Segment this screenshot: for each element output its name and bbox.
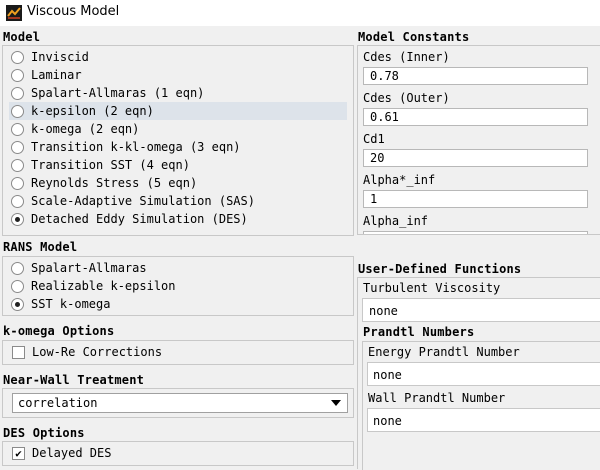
prandtl-numbers-header: Prandtl Numbers	[363, 325, 475, 339]
constant-input-cdes-outer[interactable]: 0.61	[363, 108, 588, 126]
chevron-down-icon[interactable]	[331, 400, 341, 406]
model-header: Model	[3, 30, 41, 44]
near-wall-treatment-dropdown[interactable]: correlation	[12, 393, 348, 413]
turbulent-viscosity-value: none	[369, 304, 398, 318]
constant-input-alpha-inf[interactable]	[363, 231, 588, 234]
model-constants-panel: Cdes (Inner) 0.78 Cdes (Outer) 0.61 Cd1 …	[357, 45, 600, 235]
wall-prandtl-label: Wall Prandtl Number	[368, 391, 506, 405]
constant-value: 20	[370, 151, 385, 165]
des-options-panel: ✔ Delayed DES	[2, 441, 354, 466]
radio-button[interactable]	[11, 68, 24, 82]
constant-input-alpha-star-inf[interactable]: 1	[363, 190, 588, 208]
model-option-label: Spalart-Allmaras (1 eqn)	[31, 86, 205, 100]
energy-prandtl-label: Energy Prandtl Number	[368, 345, 520, 359]
checkbox-box[interactable]	[12, 345, 25, 359]
rans-option-label: Realizable k-epsilon	[31, 279, 176, 293]
model-option-transition-k-kl-omega[interactable]: Transition k-kl-omega (3 eqn)	[11, 138, 241, 156]
rans-option-label: SST k-omega	[31, 297, 111, 311]
rans-option-label: Spalart-Allmaras	[31, 261, 147, 275]
wall-prandtl-field[interactable]: none	[367, 408, 600, 432]
radio-button[interactable]	[11, 50, 24, 64]
model-option-reynolds-stress[interactable]: Reynolds Stress (5 eqn)	[11, 174, 197, 192]
radio-button[interactable]	[11, 86, 24, 100]
model-option-label: Reynolds Stress (5 eqn)	[31, 176, 198, 190]
model-option-spalart-allmaras[interactable]: Spalart-Allmaras (1 eqn)	[11, 84, 204, 102]
delayed-des-checkbox[interactable]: ✔ Delayed DES	[12, 446, 111, 460]
radio-button[interactable]	[11, 176, 24, 190]
radio-button[interactable]	[11, 158, 24, 172]
wall-prandtl-value: none	[373, 414, 402, 428]
model-option-label: Transition k-kl-omega (3 eqn)	[31, 140, 241, 154]
model-option-label: Scale-Adaptive Simulation (SAS)	[31, 194, 255, 208]
constant-value: 0.61	[370, 110, 399, 124]
window-title: Viscous Model	[27, 4, 120, 19]
radio-button[interactable]	[11, 194, 24, 208]
rans-model-header: RANS Model	[3, 240, 78, 254]
near-wall-treatment-header: Near-Wall Treatment	[3, 373, 145, 387]
radio-button[interactable]	[11, 261, 24, 275]
radio-button-selected[interactable]	[11, 297, 24, 311]
rans-model-panel: Spalart-Allmaras Realizable k-epsilon SS…	[2, 256, 354, 316]
low-re-corrections-checkbox[interactable]: Low-Re Corrections	[12, 345, 162, 359]
udf-header: User-Defined Functions	[358, 262, 522, 276]
model-option-sas[interactable]: Scale-Adaptive Simulation (SAS)	[11, 192, 255, 210]
constant-label-cd1: Cd1	[363, 132, 385, 146]
k-omega-options-panel: Low-Re Corrections	[2, 340, 354, 365]
model-option-label: Detached Eddy Simulation (DES)	[31, 212, 248, 226]
model-option-inviscid[interactable]: Inviscid	[11, 48, 89, 66]
model-option-des[interactable]: Detached Eddy Simulation (DES)	[11, 210, 248, 228]
model-option-label: k-epsilon (2 eqn)	[31, 104, 154, 118]
app-logo-icon	[6, 5, 22, 21]
model-constants-header: Model Constants	[358, 30, 470, 44]
rans-option-realizable-k-epsilon[interactable]: Realizable k-epsilon	[11, 277, 176, 295]
radio-button[interactable]	[11, 279, 24, 293]
model-option-k-omega[interactable]: k-omega (2 eqn)	[11, 120, 139, 138]
rans-option-sst-k-omega[interactable]: SST k-omega	[11, 295, 110, 313]
constant-label-alpha-star-inf: Alpha*_inf	[363, 173, 436, 187]
constant-label-cdes-outer: Cdes (Outer)	[363, 91, 450, 105]
model-option-label: k-omega (2 eqn)	[31, 122, 140, 136]
radio-button-selected[interactable]	[11, 212, 24, 226]
near-wall-treatment-value: correlation	[18, 396, 98, 410]
check-icon[interactable]: ✔	[12, 446, 25, 460]
prandtl-numbers-panel: Energy Prandtl Number none Wall Prandtl …	[362, 341, 600, 470]
constant-value: 0.78	[370, 69, 399, 83]
energy-prandtl-field[interactable]: none	[367, 362, 600, 386]
energy-prandtl-value: none	[373, 368, 402, 382]
rans-option-spalart-allmaras[interactable]: Spalart-Allmaras	[11, 259, 147, 277]
udf-panel: Turbulent Viscosity none Prandtl Numbers…	[357, 277, 600, 470]
delayed-des-label: Delayed DES	[32, 446, 112, 460]
turbulent-viscosity-label: Turbulent Viscosity	[363, 281, 501, 295]
model-option-label: Transition SST (4 eqn)	[31, 158, 190, 172]
k-omega-options-header: k-omega Options	[3, 324, 115, 338]
model-option-label: Inviscid	[31, 50, 89, 64]
constant-input-cdes-inner[interactable]: 0.78	[363, 67, 588, 85]
model-panel: Inviscid Laminar Spalart-Allmaras (1 eqn…	[2, 45, 354, 236]
turbulent-viscosity-field[interactable]: none	[362, 298, 600, 322]
near-wall-treatment-panel: correlation	[2, 388, 354, 418]
model-option-transition-sst[interactable]: Transition SST (4 eqn)	[11, 156, 190, 174]
des-options-header: DES Options	[3, 426, 85, 440]
model-option-label: Laminar	[31, 68, 82, 82]
constant-value: 1	[370, 192, 378, 206]
radio-button[interactable]	[11, 122, 24, 136]
model-option-laminar[interactable]: Laminar	[11, 66, 82, 84]
constant-input-cd1[interactable]: 20	[363, 149, 588, 167]
radio-button[interactable]	[11, 140, 24, 154]
radio-button[interactable]	[11, 104, 24, 118]
constant-label-cdes-inner: Cdes (Inner)	[363, 50, 450, 64]
model-option-k-epsilon[interactable]: k-epsilon (2 eqn)	[9, 102, 347, 120]
constant-label-alpha-inf: Alpha_inf	[363, 214, 429, 228]
low-re-corrections-label: Low-Re Corrections	[32, 345, 163, 359]
